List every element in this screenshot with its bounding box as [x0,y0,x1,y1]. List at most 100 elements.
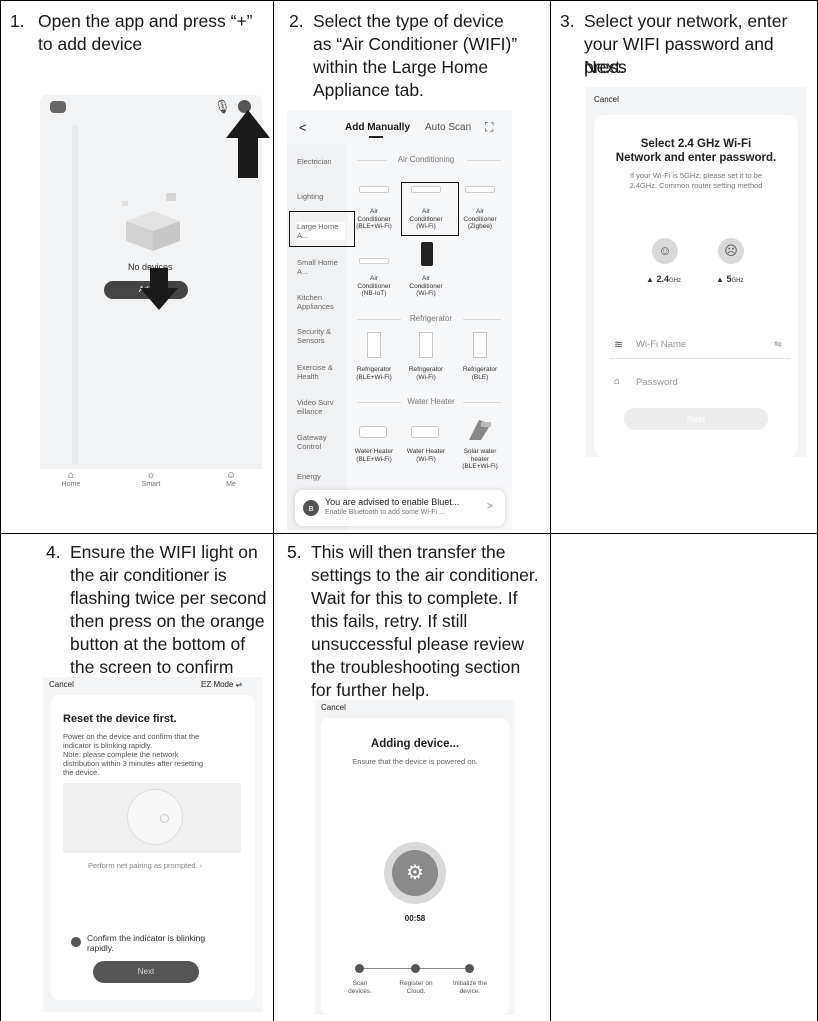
device-label: Air [370,208,378,215]
switch-network-icon[interactable]: ⇋ [774,339,782,350]
scan-icon[interactable]: ⛶ [485,120,493,135]
password-input[interactable]: Password [636,377,678,388]
home-selector-icon[interactable] [50,101,66,113]
checkbox-checked-icon[interactable] [71,937,81,947]
banner-subtitle: Enable Bluetooth to add some Wi-Fi ... [325,509,445,516]
device-heater-wifi[interactable]: Water Heater (Wi-Fi) [403,448,449,463]
chevron-right-icon: > [487,501,493,512]
device-label: (BLE) [471,373,489,381]
device-label: (Wi-Fi) [416,290,436,297]
sun-icon: ☼ [146,470,156,481]
confirm-line-2: rapidly. [87,943,114,953]
countdown-timer: 00:58 [404,914,426,923]
section-air-conditioning: Air Conditioning [397,155,455,164]
device-ac-nbiot[interactable]: Air Conditioner (NB-IoT) [351,275,397,298]
device-heater-ble-wifi[interactable]: Water Heater (BLE+Wi-Fi) [351,448,397,463]
router-icon: ▲ [646,275,654,284]
sidebar-item-gateway[interactable]: Gateway Control [297,433,345,451]
step-2-instruction: 2. Select the type of device as “Air Con… [289,10,547,110]
device-label: Conditioner [357,282,391,290]
section-divider [357,402,401,403]
screen-2-add-device: < Add Manually Auto Scan ⛶ Electrician L… [287,110,512,530]
device-label: Solar water [463,448,497,455]
device-label: (Wi-Fi) [416,455,436,463]
fridge-icon [419,332,433,358]
device-label: (Wi-Fi) [416,373,436,381]
section-refrigerator: Refrigerator [409,314,453,323]
device-label: Air [370,275,378,282]
pairing-prompt-link[interactable]: Perform net pairing as prompted. › [88,861,202,870]
lock-icon: ⌂ [614,376,621,387]
device-fridge-wifi[interactable]: Refrigerator (Wi-Fi) [403,366,449,381]
sidebar-item-security[interactable]: Security & Sensors [297,327,345,345]
home-icon: ⌂ [67,470,75,481]
empty-box-illustration [122,193,180,251]
portable-ac-icon [421,242,433,266]
step-1-line-2: to add device [38,34,143,54]
water-heater-icon [359,426,387,438]
band-5ghz: ▲ 5GHz [716,274,743,284]
step-4-instruction: 4. Ensure the WIFI light on the air cond… [46,541,272,681]
step-label-register: Register on Cloud. [391,980,441,995]
device-fridge-ble-wifi[interactable]: Refrigerator (BLE+Wi-Fi) [351,366,397,381]
step-4-number: 4. [46,542,61,562]
device-label: Air [422,275,430,282]
device-label: (BLE+Wi-Fi) [356,455,392,463]
indicator-light-icon [160,814,169,823]
progress-ring-inner: ⚙ [392,850,438,896]
banner-title: You are advised to enable Bluet... [325,497,460,507]
ac-device-icon [359,186,389,193]
confirm-line-1: Confirm the indicator is blinking [87,933,206,943]
step-1-number: 1. [10,11,25,31]
nav-me[interactable]: ☺ Me [216,470,246,488]
ac-device-icon [465,186,495,193]
reset-desc-4: distribution within 3 minutes after rese… [63,759,204,768]
adding-title: Adding device... [370,738,460,750]
step-4-line-2: the air conditioner is [70,565,227,585]
device-ac-ble-wifi[interactable]: Air Conditioner (BLE+Wi-Fi) [351,208,397,231]
tab-auto-scan[interactable]: Auto Scan [425,122,471,133]
progress-ring: ⚙ [384,842,446,904]
device-label: Air [476,208,484,215]
device-label: (BLE+Wi-Fi) [356,223,392,230]
device-fridge-ble[interactable]: Refrigerator (BLE) [457,366,503,381]
cancel-button[interactable]: Cancel [594,95,619,104]
device-ac-wifi-portable[interactable]: Air Conditioner (Wi-Fi) [403,275,449,298]
step-4-line-6: the screen to confirm [70,657,234,677]
sidebar-item-kitchen[interactable]: Kitchen Appliances [297,293,345,311]
sidebar-item-small-home[interactable]: Small Home A... [297,258,345,276]
wifi-icon: ≋ [614,339,624,351]
device-label: (BLE+Wi-Fi) [462,463,498,470]
section-divider [357,160,387,161]
band-good-unit: GHz [668,278,681,284]
sidebar-item-electrician[interactable]: Electrician [297,157,332,166]
step-label-line: Initialize the [452,980,488,987]
step-5-line-6: the troubleshooting section [311,657,521,677]
wifi-name-input[interactable]: Wi-Fi Name [636,339,686,350]
bluetooth-banner[interactable]: ʙ You are advised to enable Bluet... Ena… [295,490,505,526]
sidebar-item-exercise[interactable]: Exercise & Health [297,363,345,381]
device-label: (NB-IoT) [361,290,387,297]
sidebar-item-energy[interactable]: Energy [297,472,345,481]
step-label-line: device. [459,987,481,995]
next-button[interactable]: Next [624,408,768,430]
reset-desc-2: indicator is blinking rapidly. [63,741,153,750]
back-button[interactable]: < [299,120,307,135]
step-2-line-4: Appliance tab. [313,80,424,100]
next-button[interactable]: Next [93,961,199,983]
sidebar-item-video[interactable]: Video Surv eillance [297,398,345,416]
ez-mode-toggle[interactable]: EZ Mode ⇌ [201,680,242,689]
fridge-icon [367,332,381,358]
sidebar-item-lighting[interactable]: Lighting [297,192,323,201]
nav-home[interactable]: ⌂ Home [56,470,86,488]
reset-desc-1: Power on the device and confirm that the [63,732,200,741]
tab-add-manually[interactable]: Add Manually [345,122,410,133]
cancel-button[interactable]: Cancel [49,680,74,689]
device-heater-solar[interactable]: Solar water heater (BLE+Wi-Fi) [457,448,503,471]
grid-line-col2 [550,0,551,1021]
cancel-button[interactable]: Cancel [321,703,346,712]
step-5-line-4: this fails, retry. If still [311,611,468,631]
device-ac-zigbee[interactable]: Air Conditioner (Zigbee) [457,208,503,231]
step-3-line-1: Select your network, enter [584,11,788,31]
nav-smart[interactable]: ☼ Smart [136,470,166,488]
